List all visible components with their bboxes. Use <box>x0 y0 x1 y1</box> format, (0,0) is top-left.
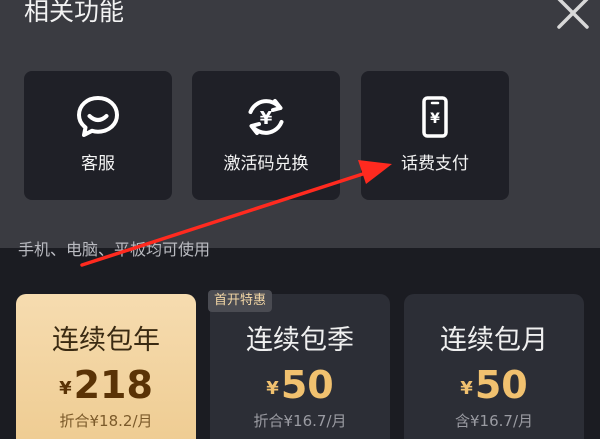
related-functions-sheet: 相关功能 客服 ¥ 激活码兑换 ¥ 话费支付 <box>0 0 600 248</box>
sheet-title: 相关功能 <box>24 0 125 26</box>
price-amount: 50 <box>474 363 528 407</box>
feature-customer-service[interactable]: 客服 <box>24 71 172 200</box>
currency-symbol: ¥ <box>59 378 72 399</box>
price-amount: 218 <box>73 363 153 407</box>
usage-note: 手机、电脑、平板均可使用 <box>18 240 211 259</box>
feature-label: 话费支付 <box>401 154 469 174</box>
plan-name: 连续包年 <box>52 325 160 356</box>
phone-yuan-icon: ¥ <box>411 93 459 141</box>
plan-monthly-equivalent: 折合¥16.7/月 <box>253 412 347 430</box>
currency-symbol: ¥ <box>266 378 279 399</box>
svg-text:¥: ¥ <box>260 108 273 129</box>
plan-price: ¥218 <box>16 364 196 406</box>
feature-label: 激活码兑换 <box>223 154 309 174</box>
plan-price: ¥50 <box>404 364 584 406</box>
feature-label: 客服 <box>81 154 115 174</box>
chat-bubble-icon <box>74 93 122 141</box>
svg-text:¥: ¥ <box>430 111 440 127</box>
price-amount: 50 <box>280 363 334 407</box>
plan-name: 连续包季 <box>246 325 354 356</box>
plan-monthly-equivalent: 折合¥18.2/月 <box>59 412 153 430</box>
feature-phone-bill-pay[interactable]: ¥ 话费支付 <box>361 71 509 200</box>
plan-card-quarterly[interactable]: 连续包季 ¥50 折合¥16.7/月 <box>210 294 390 439</box>
feature-activation-code[interactable]: ¥ 激活码兑换 <box>192 71 340 200</box>
plan-name: 连续包月 <box>440 325 548 356</box>
close-icon <box>557 0 589 29</box>
plan-card-monthly[interactable]: 连续包月 ¥50 含¥16.7/月 <box>404 294 584 439</box>
plan-monthly-equivalent: 含¥16.7/月 <box>455 412 533 430</box>
yuan-exchange-icon: ¥ <box>242 93 290 141</box>
promo-badge: 首开特惠 <box>208 290 273 312</box>
close-button[interactable] <box>552 0 594 34</box>
plan-card-yearly[interactable]: 连续包年 ¥218 折合¥18.2/月 <box>16 294 196 439</box>
plan-price: ¥50 <box>210 364 390 406</box>
currency-symbol: ¥ <box>460 378 473 399</box>
